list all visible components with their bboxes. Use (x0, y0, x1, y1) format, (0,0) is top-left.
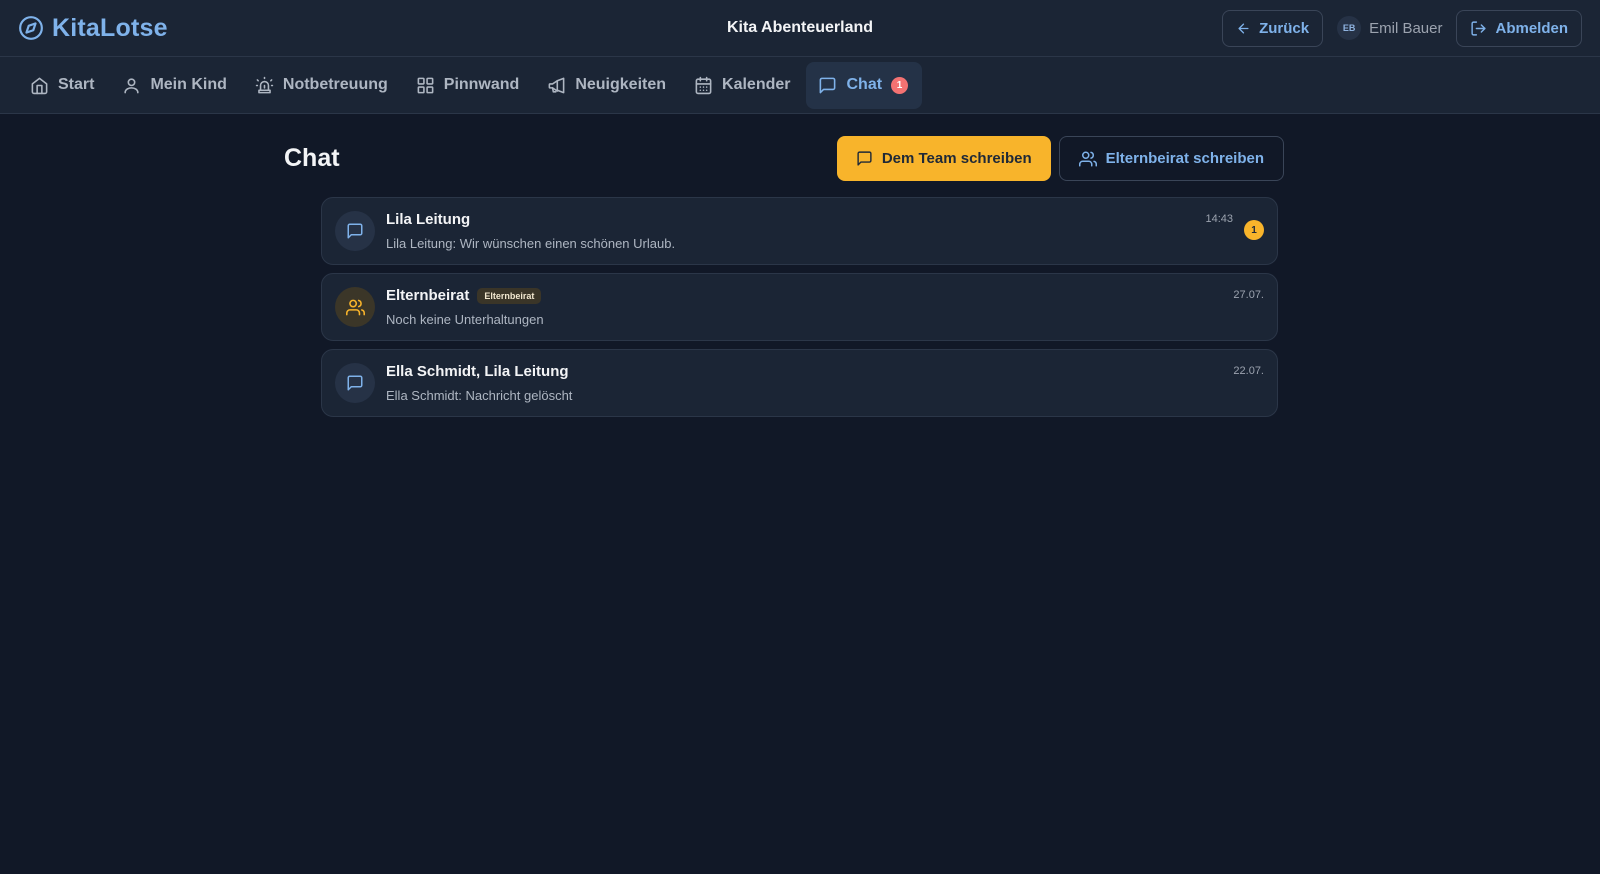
top-bar: KitaLotse Kita Abenteuerland Zurück EB E… (0, 0, 1600, 57)
user-icon (122, 76, 141, 95)
nav-item-pinnwand[interactable]: Pinnwand (404, 62, 532, 109)
megaphone-icon (547, 76, 566, 95)
brand-name: KitaLotse (52, 13, 168, 42)
users-icon (335, 287, 375, 327)
chat-icon (856, 150, 873, 167)
write-team-label: Dem Team schreiben (881, 150, 1032, 167)
nav-item-mein-kind[interactable]: Mein Kind (110, 62, 238, 109)
brand[interactable]: KitaLotse (18, 14, 168, 43)
grid-icon (416, 76, 435, 95)
chat-icon (818, 76, 837, 95)
nav-label: Pinnwand (443, 76, 520, 93)
nav-item-neuigkeiten[interactable]: Neuigkeiten (535, 62, 678, 109)
nav-item-kalender[interactable]: Kalender (682, 62, 802, 109)
write-council-button[interactable]: Elternbeirat schreiben (1058, 136, 1284, 181)
unread-badge: 1 (1244, 220, 1264, 240)
logout-button[interactable]: Abmelden (1456, 9, 1582, 47)
conversation-item[interactable]: Lila Leitung Lila Leitung: Wir wünschen … (321, 197, 1278, 265)
nav-label: Neuigkeiten (575, 76, 667, 93)
conversation-tag: Elternbeirat (477, 287, 542, 304)
conversation-preview: Noch keine Unterhaltungen (386, 312, 544, 327)
home-icon (30, 76, 49, 95)
conversation-title: Elternbeirat (386, 287, 470, 304)
arrow-left-icon (1236, 21, 1251, 36)
conversation-list: Lila Leitung Lila Leitung: Wir wünschen … (321, 197, 1284, 417)
conversation-title: Ella Schmidt, Lila Leitung (386, 363, 569, 380)
logout-icon (1470, 20, 1487, 37)
page-title: Chat (284, 144, 340, 172)
chat-header: Chat Dem Team schreiben Elternbeirat sch… (284, 136, 1284, 181)
siren-icon (255, 76, 274, 95)
conversation-time: 14:43 (1205, 213, 1233, 225)
chat-page: Chat Dem Team schreiben Elternbeirat sch… (284, 114, 1284, 417)
chat-unread-badge: 1 (891, 76, 909, 94)
chat-icon (335, 363, 375, 403)
nav-label: Mein Kind (150, 76, 227, 93)
conversation-preview: Lila Leitung: Wir wünschen einen schönen… (386, 236, 676, 251)
users-icon (1078, 150, 1097, 168)
write-team-button[interactable]: Dem Team schreiben (836, 136, 1051, 181)
nav-label: Kalender (722, 76, 791, 93)
nav-label: Notbetreuung (282, 76, 388, 93)
conversation-item[interactable]: Ella Schmidt, Lila Leitung Ella Schmidt:… (321, 349, 1278, 417)
user-name: Emil Bauer (1369, 19, 1443, 37)
conversation-title: Lila Leitung (386, 211, 471, 228)
nav-item-chat[interactable]: Chat 1 (806, 61, 923, 109)
back-button[interactable]: Zurück (1222, 9, 1324, 47)
write-council-label: Elternbeirat schreiben (1105, 150, 1264, 167)
compass-icon (18, 15, 44, 41)
nav-label: Start (58, 76, 95, 93)
calendar-icon (694, 76, 713, 95)
nav-item-notbetreuung[interactable]: Notbetreuung (243, 62, 400, 109)
logout-label: Abmelden (1495, 19, 1568, 37)
nav-item-start[interactable]: Start (18, 62, 106, 109)
user-menu[interactable]: EB Emil Bauer (1337, 16, 1442, 40)
conversation-item[interactable]: Elternbeirat Elternbeirat Noch keine Unt… (321, 273, 1278, 341)
back-label: Zurück (1259, 19, 1310, 37)
main-nav: Start Mein Kind Notbetreuung Pinnwand Ne… (0, 57, 1600, 114)
chat-icon (335, 211, 375, 251)
nav-label: Chat (846, 76, 883, 93)
avatar: EB (1337, 16, 1362, 40)
conversation-time: 22.07. (1233, 365, 1264, 377)
conversation-preview: Ella Schmidt: Nachricht gelöscht (386, 388, 573, 403)
conversation-time: 27.07. (1233, 289, 1264, 301)
